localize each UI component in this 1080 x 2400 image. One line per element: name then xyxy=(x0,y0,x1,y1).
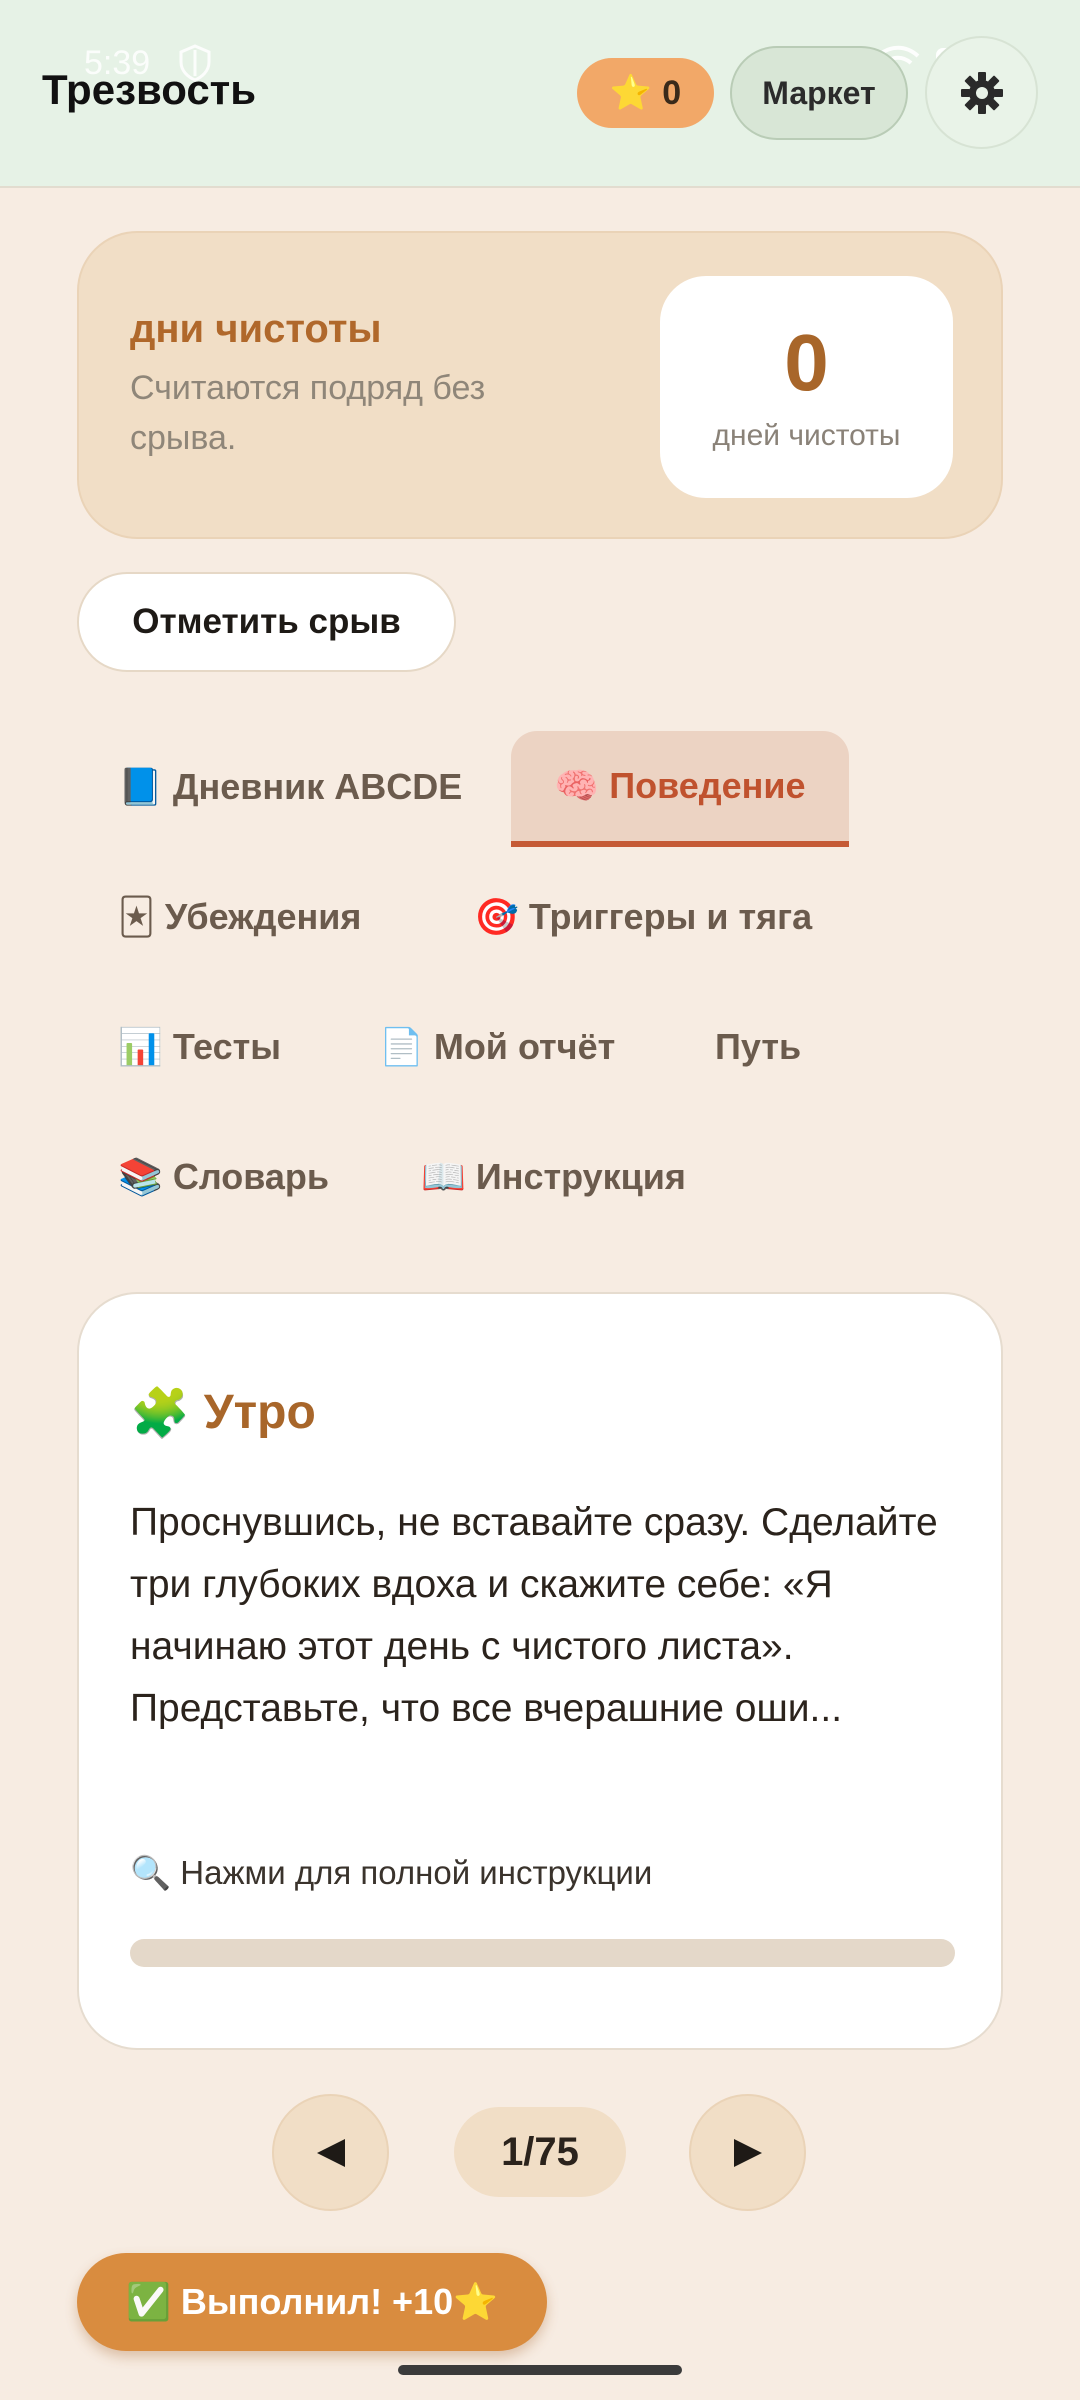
instruction-card[interactable]: 🧩 Утро Проснувшись, не вставайте сразу. … xyxy=(77,1292,1003,2050)
next-button[interactable] xyxy=(689,2094,806,2211)
triangle-left-icon xyxy=(316,2138,345,2167)
streak-unit: дней чистоты xyxy=(712,419,901,452)
star-icon: ⭐ xyxy=(609,74,653,112)
brain-icon: 🧠 xyxy=(554,765,600,806)
tab-label: Поведение xyxy=(609,765,806,806)
stars-count: 0 xyxy=(662,73,682,112)
instruction-text: Проснувшись, не вставайте сразу. Сделайт… xyxy=(130,1501,938,1730)
streak-card: дни чистоты Считаются подряд без срыва. … xyxy=(77,231,1003,539)
tab-instruction[interactable]: 📖 Инструкция xyxy=(421,1137,686,1217)
tab-label: Дневник ABCDE xyxy=(172,766,463,807)
complete-button[interactable]: ✅ Выполнил! +10⭐ xyxy=(77,2253,547,2351)
mark-relapse-button[interactable]: Отметить срыв xyxy=(77,572,456,672)
bar-chart-icon: 📊 xyxy=(118,1026,163,1067)
gear-icon xyxy=(960,71,1003,114)
stars-balance-pill[interactable]: ⭐ 0 xyxy=(577,58,714,128)
tab-beliefs[interactable]: 🃏 Убеждения xyxy=(118,877,361,957)
books-icon: 📚 xyxy=(118,1156,163,1197)
tab-abcde-diary[interactable]: 📘 Дневник ABCDE xyxy=(118,747,462,827)
tab-label: Тесты xyxy=(172,1026,281,1067)
previous-button[interactable] xyxy=(272,2094,389,2211)
target-icon: 🎯 xyxy=(474,896,519,937)
page-counter: 1/75 xyxy=(454,2107,626,2197)
tab-label: Инструкция xyxy=(475,1156,686,1197)
tab-label: Путь xyxy=(715,1026,802,1067)
instruction-title-text: Утро xyxy=(203,1386,316,1439)
puzzle-icon: 🧩 xyxy=(130,1387,190,1440)
tab-glossary[interactable]: 📚 Словарь xyxy=(118,1137,329,1217)
streak-count: 0 xyxy=(784,318,829,407)
document-icon: 📄 xyxy=(379,1026,424,1067)
triangle-right-icon xyxy=(733,2138,762,2167)
home-indicator[interactable] xyxy=(398,2365,682,2375)
streak-title: дни чистоты xyxy=(130,307,382,351)
tab-label: Триггеры и тяга xyxy=(528,896,813,937)
tab-triggers[interactable]: 🎯 Триггеры и тяга xyxy=(474,877,812,957)
tab-label: Словарь xyxy=(172,1156,330,1197)
settings-button[interactable] xyxy=(925,36,1038,149)
tab-tests[interactable]: 📊 Тесты xyxy=(118,1007,281,1087)
tab-path[interactable]: Путь xyxy=(715,1007,801,1087)
open-book-icon: 📖 xyxy=(421,1156,466,1197)
blue-book-icon: 📘 xyxy=(118,766,163,807)
tab-label: Мой отчёт xyxy=(433,1026,616,1067)
instruction-hint-text: Нажми для полной инструкции xyxy=(180,1854,653,1891)
magnifier-icon: 🔍 xyxy=(130,1854,172,1891)
tab-behavior[interactable]: 🧠 Поведение xyxy=(511,731,849,847)
streak-description: Считаются подряд без срыва. xyxy=(130,369,486,457)
market-button[interactable]: Маркет xyxy=(730,46,908,140)
tab-label: Убеждения xyxy=(164,896,362,937)
tab-my-report[interactable]: 📄 Мой отчёт xyxy=(379,1007,615,1087)
joker-card-icon: 🃏 xyxy=(118,896,155,937)
instruction-title: 🧩 Утро xyxy=(130,1384,316,1441)
streak-counter: 0 дней чистоты xyxy=(660,276,953,498)
instruction-progress-bar xyxy=(130,1939,955,1967)
app-title: Трезвость xyxy=(42,66,257,113)
instruction-hint[interactable]: 🔍 Нажми для полной инструкции xyxy=(130,1854,652,1893)
app-header: 5:39 Трезвость ⭐ 0 Маркет xyxy=(0,0,1080,188)
